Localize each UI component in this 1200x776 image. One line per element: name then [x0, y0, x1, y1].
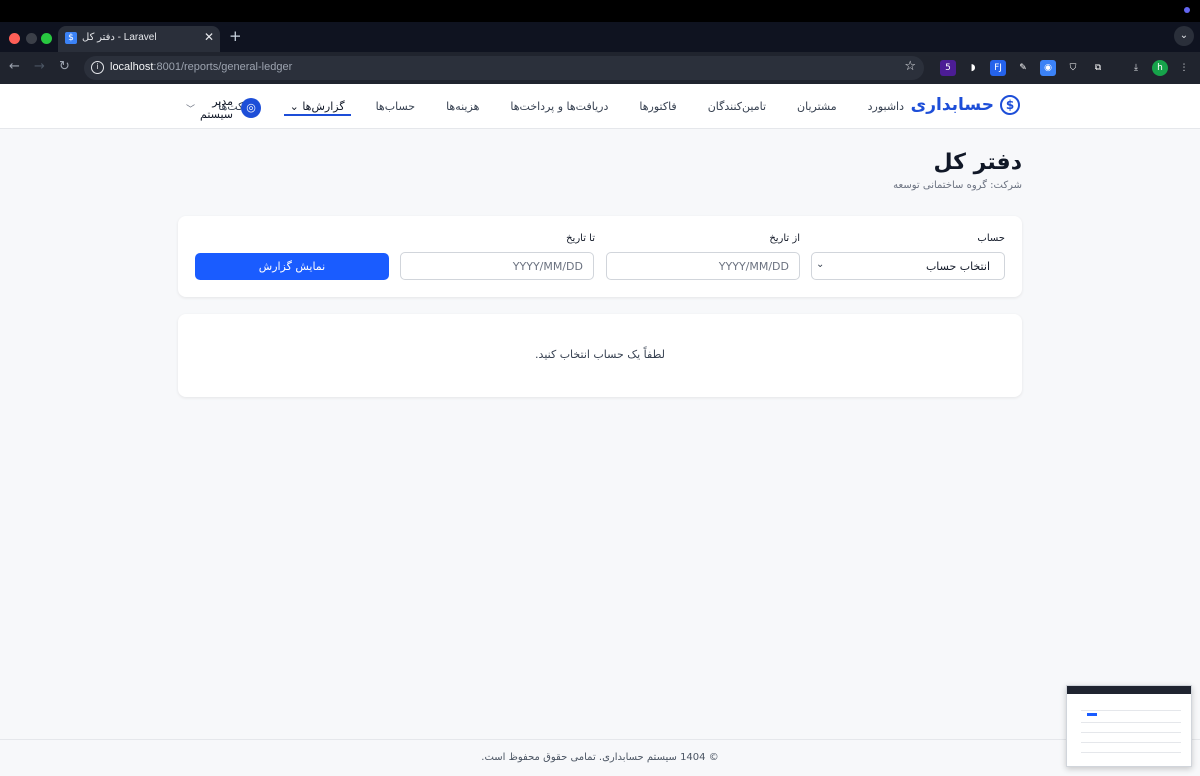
- status-dot-icon: [1184, 7, 1190, 13]
- account-label: حساب: [977, 233, 1005, 244]
- url-host: localhost: [110, 61, 154, 73]
- bookmark-star-icon[interactable]: ☆: [904, 59, 916, 74]
- account-select-value: انتخاب حساب: [925, 260, 990, 273]
- nav-item-accounts[interactable]: حساب‌ها: [376, 84, 415, 129]
- extension-shield-icon[interactable]: ⛉: [1065, 60, 1081, 76]
- extension-orange-icon[interactable]: ◗: [965, 60, 981, 76]
- user-icon: ◎: [241, 98, 262, 118]
- message-card: لطفاً یک حساب انتخاب کنید.: [178, 314, 1022, 397]
- extension-camera-icon[interactable]: ◉: [1040, 60, 1056, 76]
- page-title: دفتر کل: [933, 150, 1022, 175]
- nav-item-label: هزینه‌ها: [446, 100, 480, 113]
- new-tab-button[interactable]: +: [229, 27, 242, 45]
- footer-copyright: © 1404 سیستم حسابداری. تمامی حقوق محفوظ …: [481, 752, 719, 763]
- account-select[interactable]: انتخاب حساب ⌄: [811, 252, 1005, 280]
- to-date-field[interactable]: [400, 252, 594, 280]
- dollar-icon: $: [1000, 95, 1020, 115]
- nav-item-label: تامین‌کنندگان: [707, 100, 767, 113]
- close-window-button[interactable]: [9, 33, 20, 44]
- nav-item-reports[interactable]: گزارش‌ها ⌄: [283, 84, 351, 129]
- browser-tab[interactable]: $ دفتر کل - Laravel ✕: [58, 26, 220, 52]
- nav-item-customers[interactable]: مشتریان: [797, 84, 837, 129]
- nav-item-payments[interactable]: دریافت‌ها و پرداخت‌ها: [510, 84, 608, 129]
- nav-item-label: مشتریان: [797, 100, 837, 113]
- from-date-field[interactable]: [606, 252, 800, 280]
- nav-item-expenses[interactable]: هزینه‌ها: [446, 84, 479, 129]
- tab-title: دفتر کل - Laravel: [82, 32, 157, 43]
- user-menu[interactable]: ◎ مدیر سیستم ﹀: [186, 95, 262, 121]
- brand[interactable]: $ حسابداری: [911, 95, 1020, 115]
- reload-icon[interactable]: ↻: [59, 59, 70, 74]
- nav-item-label: دریافت‌ها و پرداخت‌ها: [510, 100, 609, 113]
- nav-item-label: فاکتورها: [639, 100, 677, 113]
- chevron-down-icon: ⌄: [289, 100, 303, 113]
- brand-name: حسابداری: [910, 95, 994, 115]
- tab-close-icon[interactable]: ✕: [204, 30, 214, 44]
- chevron-down-icon: ⌄: [816, 259, 825, 270]
- minimize-window-button[interactable]: [26, 33, 37, 44]
- empty-state-message: لطفاً یک حساب انتخاب کنید.: [535, 348, 665, 361]
- show-report-button[interactable]: نمایش گزارش: [195, 253, 389, 280]
- extension-badge-icon[interactable]: 5: [940, 60, 956, 76]
- profile-avatar[interactable]: h: [1152, 60, 1168, 76]
- nav-item-label: حساب‌ها: [375, 100, 416, 113]
- os-top-strip: [0, 0, 1200, 22]
- screenshot-thumbnail[interactable]: [1066, 685, 1192, 767]
- address-bar-row: ← → ↻ i localhost:8001/reports/general-l…: [0, 52, 1200, 84]
- nav-item-dashboard[interactable]: داشبورد: [868, 84, 904, 129]
- extension-pen-icon[interactable]: ✎: [1015, 60, 1031, 76]
- site-info-icon[interactable]: i: [91, 61, 104, 74]
- tab-favicon-icon: $: [65, 32, 77, 44]
- extension-fj-icon[interactable]: FJ: [990, 60, 1006, 76]
- nav-item-suppliers[interactable]: تامین‌کنندگان: [708, 84, 766, 129]
- tab-search-button[interactable]: ⌄: [1174, 26, 1194, 46]
- nav-item-invoices[interactable]: فاکتورها: [639, 84, 676, 129]
- footer: © 1404 سیستم حسابداری. تمامی حقوق محفوظ …: [0, 739, 1200, 776]
- browser-tab-bar: $ دفتر کل - Laravel ✕: [0, 22, 1200, 52]
- app-navbar: $ حسابداری داشبورد مشتریان تامین‌کنندگان فا…: [0, 84, 1200, 129]
- extension-puzzle-icon[interactable]: ⧉: [1090, 60, 1106, 76]
- nav-item-label: گزارش‌ها: [302, 100, 345, 113]
- nav-item-label: داشبورد: [867, 100, 904, 113]
- company-subtitle: شرکت: گروه ساختمانی توسعه: [893, 180, 1022, 191]
- to-date-input[interactable]: [401, 253, 593, 279]
- browser-menu-icon[interactable]: ⋮: [1176, 60, 1192, 76]
- main-menu: داشبورد مشتریان تامین‌کنندگان فاکتورها دریاف…: [218, 84, 904, 129]
- back-icon[interactable]: ←: [9, 59, 20, 74]
- filter-card: حساب انتخاب حساب ⌄ از تاریخ تا تاریخ نما…: [178, 216, 1022, 297]
- to-date-label: تا تاریخ: [566, 233, 595, 244]
- downloads-icon[interactable]: ⤓: [1128, 60, 1144, 76]
- maximize-window-button[interactable]: [41, 33, 52, 44]
- from-date-label: از تاریخ: [769, 233, 800, 244]
- url-path: :8001/reports/general-ledger: [153, 61, 293, 73]
- from-date-input[interactable]: [607, 253, 799, 279]
- user-name: مدیر سیستم: [200, 95, 234, 121]
- url-field[interactable]: i localhost:8001/reports/general-ledger …: [84, 56, 924, 80]
- forward-icon[interactable]: →: [34, 59, 45, 74]
- chevron-down-icon: ﹀: [186, 104, 196, 115]
